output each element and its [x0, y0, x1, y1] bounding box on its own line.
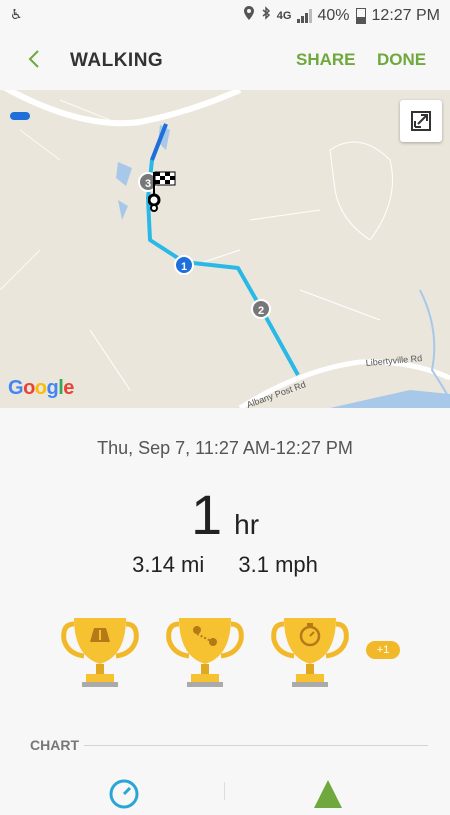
timer-trophy-icon[interactable]	[270, 612, 350, 692]
duration-value: 1	[190, 483, 223, 546]
trophy-row	[60, 612, 400, 692]
route-marker-2[interactable]: 2	[251, 299, 271, 319]
elevation-icon[interactable]	[312, 778, 344, 810]
network-type: 4G	[276, 9, 292, 22]
road-label-albany: Albany Post Rd	[245, 379, 307, 408]
accessibility-icon: ♿	[10, 6, 23, 22]
done-button[interactable]: DONE	[377, 50, 426, 70]
map-canvas: Albany Post Rd Libertyville Rd	[0, 90, 450, 408]
more-trophies-badge[interactable]: +1	[366, 641, 400, 659]
status-right: 4G 40% 12:27 PM	[243, 6, 440, 25]
back-button[interactable]	[24, 48, 46, 70]
route-marker-1[interactable]: 1	[174, 255, 194, 275]
distance-trophy-icon[interactable]	[60, 612, 140, 692]
bluetooth-icon	[261, 6, 271, 25]
speed-gauge-icon[interactable]	[108, 778, 140, 810]
share-button[interactable]: SHARE	[296, 50, 356, 70]
expand-map-button[interactable]	[400, 100, 442, 142]
route-trophy-icon[interactable]	[165, 612, 245, 692]
map-location-pill	[10, 112, 30, 120]
battery-percent: 40%	[317, 6, 350, 24]
app-header: WALKING SHARE DONE	[0, 30, 450, 90]
route-map[interactable]: Albany Post Rd Libertyville Rd 1 2 3 Goo	[0, 90, 450, 408]
chart-icon-divider	[224, 782, 225, 800]
marker-2-label: 2	[257, 305, 265, 317]
chart-section-label: CHART	[30, 737, 79, 753]
signal-icon	[297, 8, 313, 23]
speed-value: 3.1 mph	[238, 552, 318, 577]
chart-divider-line	[84, 745, 428, 746]
battery-icon	[355, 7, 366, 24]
google-logo: Google	[8, 377, 74, 399]
page-title: WALKING	[70, 50, 164, 71]
duration-unit: hr	[234, 509, 260, 540]
distance-value: 3.14 mi	[132, 552, 205, 577]
workout-date: Thu, Sep 7, 11:27 AM-12:27 PM	[97, 438, 353, 458]
workout-duration: 1 hr	[0, 482, 450, 547]
location-icon	[243, 6, 255, 25]
workout-stats: 3.14 mi 3.1 mph	[0, 552, 450, 578]
status-bar: ♿ 4G 40% 12:27 PM	[0, 0, 450, 30]
chevron-left-icon	[28, 50, 39, 68]
marker-1-label: 1	[180, 261, 188, 273]
clock: 12:27 PM	[371, 6, 440, 24]
expand-icon	[411, 111, 431, 131]
